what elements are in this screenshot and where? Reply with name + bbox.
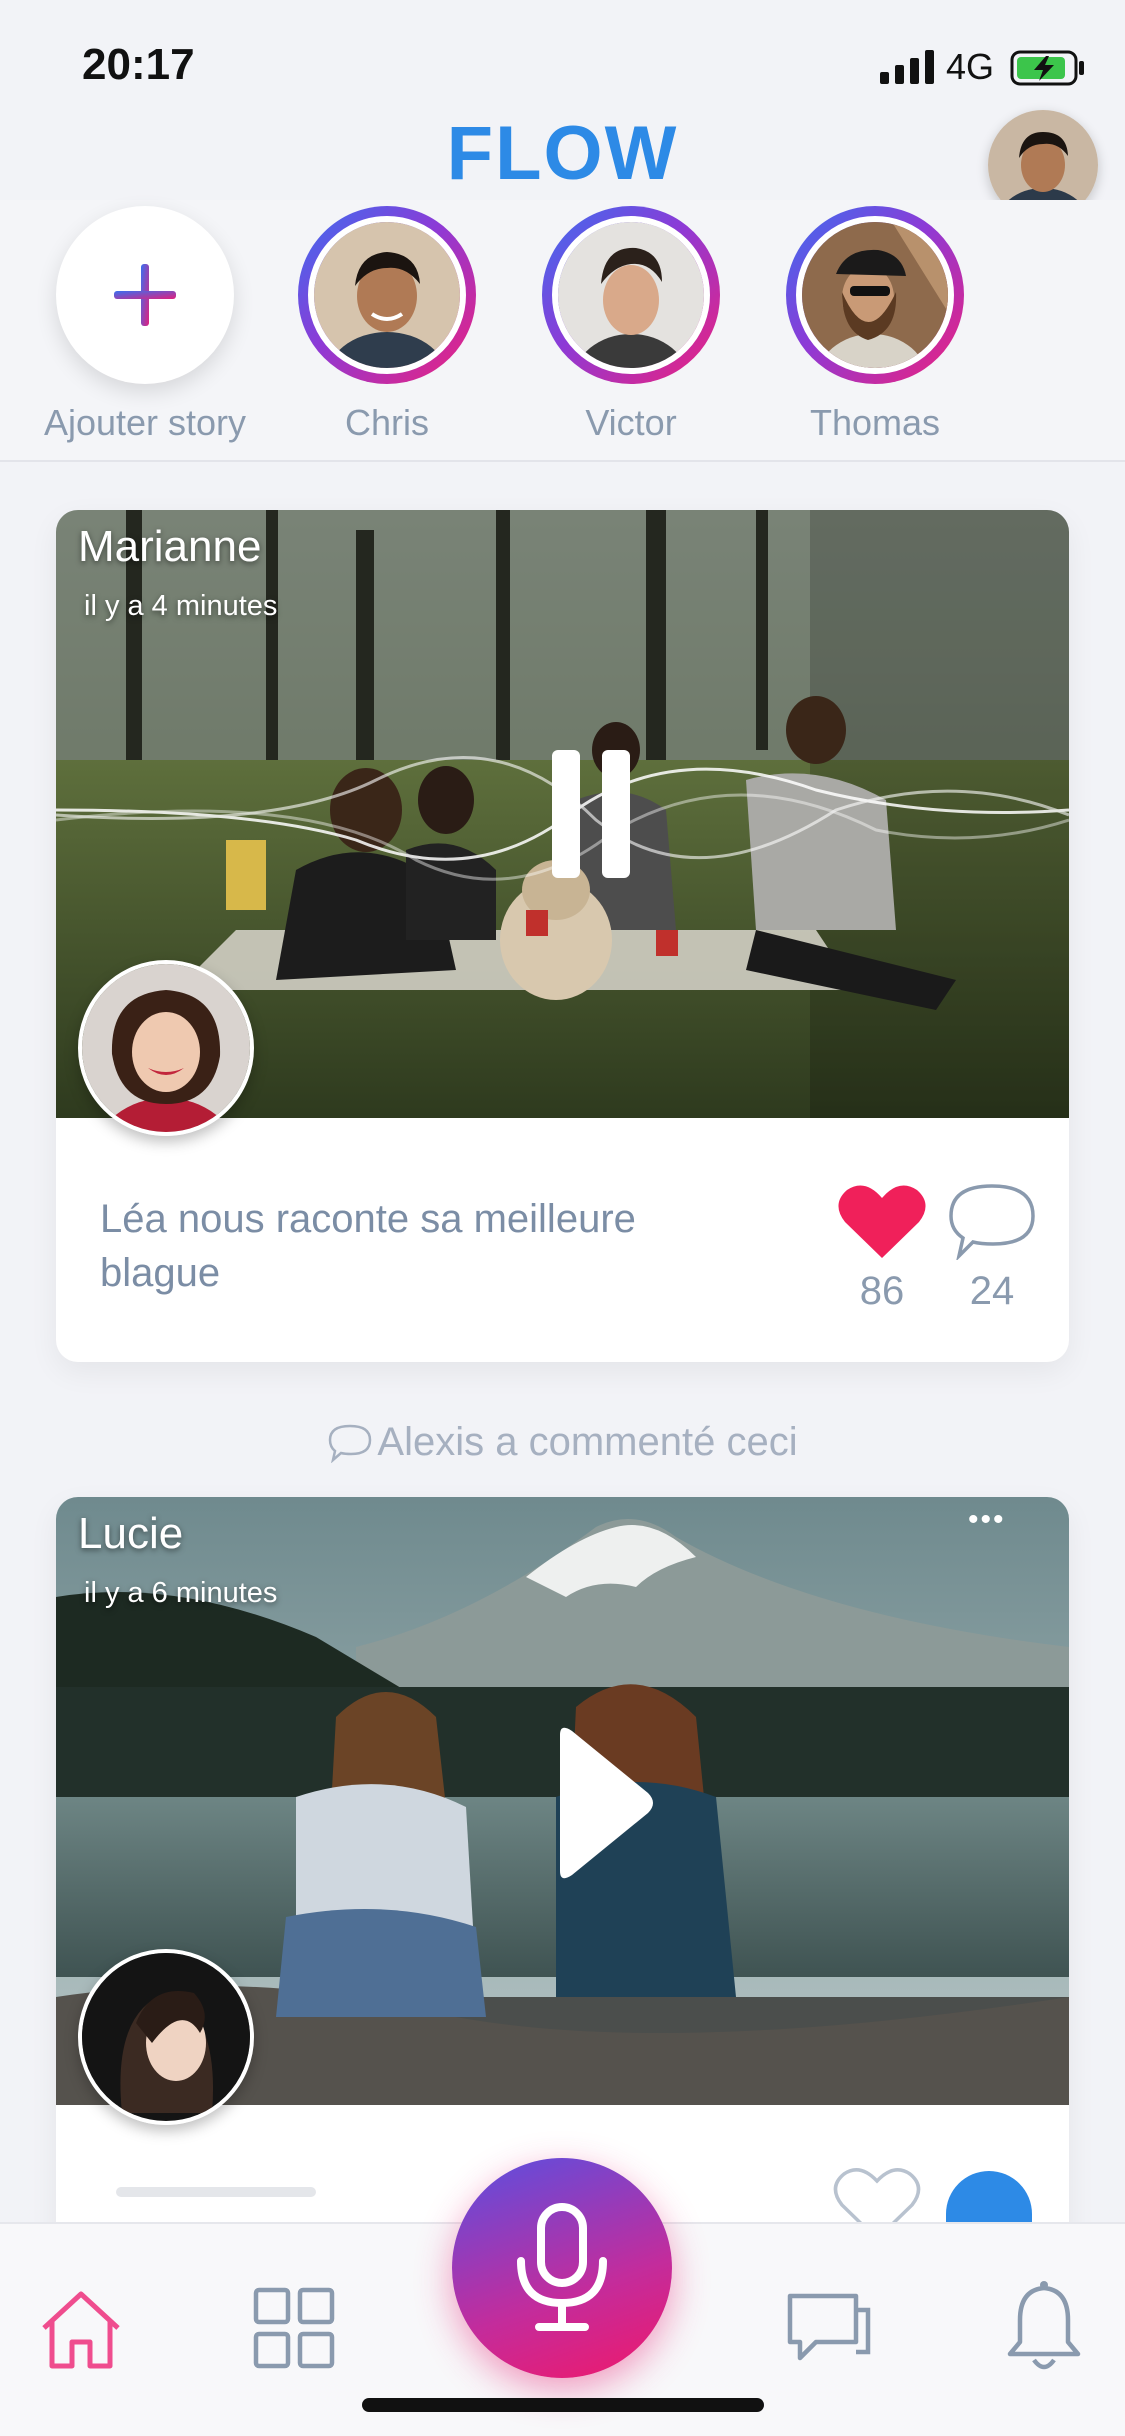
more-options-button[interactable]: ••• (968, 1503, 1006, 1537)
story-label: Chris (344, 402, 429, 443)
pause-button[interactable] (546, 746, 636, 882)
mic-icon (517, 2203, 607, 2331)
post-author[interactable]: Lucie (78, 1509, 183, 1559)
grid-icon (253, 2287, 335, 2369)
play-icon (560, 1727, 653, 1879)
story-avatar (796, 216, 954, 374)
comment-icon (949, 1184, 1035, 1262)
heart-icon (838, 1185, 926, 1258)
story-label: Thomas (809, 402, 941, 443)
story-label: Victor (585, 402, 677, 443)
nav-grid[interactable] (252, 2286, 336, 2375)
record-button[interactable] (452, 2158, 672, 2378)
activity-note-text: Alexis a commenté ceci (377, 1420, 798, 1464)
story-thomas[interactable]: Thomas (750, 206, 1000, 444)
post-author-avatar[interactable] (78, 1949, 254, 2125)
nav-notifications[interactable] (1004, 2280, 1084, 2381)
nav-home[interactable] (38, 2286, 124, 2377)
post-time: il y a 4 minutes (84, 590, 278, 622)
post-time: il y a 6 minutes (84, 1577, 278, 1609)
story-avatar (308, 216, 466, 374)
post-author-avatar[interactable] (78, 960, 254, 1136)
like-button[interactable]: 86 (832, 1182, 932, 1314)
story-chris[interactable]: Chris (262, 206, 512, 444)
post-author[interactable]: Marianne (78, 522, 261, 572)
home-icon (42, 2291, 120, 2369)
activity-note: Alexis a commenté ceci (0, 1420, 1125, 1465)
status-bar: 20:17 4G (0, 0, 1125, 110)
plus-icon (114, 264, 176, 326)
post-card[interactable]: Lucie il y a 6 minutes ••• (56, 1497, 1069, 2257)
stories-bar: Ajouter story Chris Victor Thomas (0, 200, 1125, 462)
bell-icon (1007, 2281, 1081, 2370)
comment-button[interactable]: 24 (942, 1182, 1042, 1314)
post-caption: Léa nous raconte sa meilleure blague (100, 1197, 636, 1295)
comment-count: 24 (969, 1269, 1015, 1313)
network-type: 4G (946, 46, 995, 87)
story-avatar (552, 216, 710, 374)
story-victor[interactable]: Victor (506, 206, 756, 444)
play-button[interactable] (546, 1723, 656, 1883)
caption-placeholder (116, 2187, 316, 2197)
comment-small-icon (329, 1424, 372, 1464)
battery-icon (1010, 50, 1084, 86)
chat-icon (787, 2293, 871, 2361)
signal-icon (880, 50, 934, 84)
story-label: Ajouter story (43, 402, 247, 443)
pause-icon (552, 750, 630, 878)
post-card[interactable]: Marianne il y a 4 minutes Léa nous racon… (56, 510, 1069, 1362)
story-add[interactable]: Ajouter story (20, 206, 270, 444)
nav-messages[interactable] (786, 2290, 872, 2375)
home-indicator (362, 2398, 764, 2412)
status-time: 20:17 (82, 40, 195, 89)
add-story-button[interactable] (56, 206, 234, 384)
app-title: FLOW (446, 111, 679, 196)
like-count: 86 (859, 1269, 905, 1313)
